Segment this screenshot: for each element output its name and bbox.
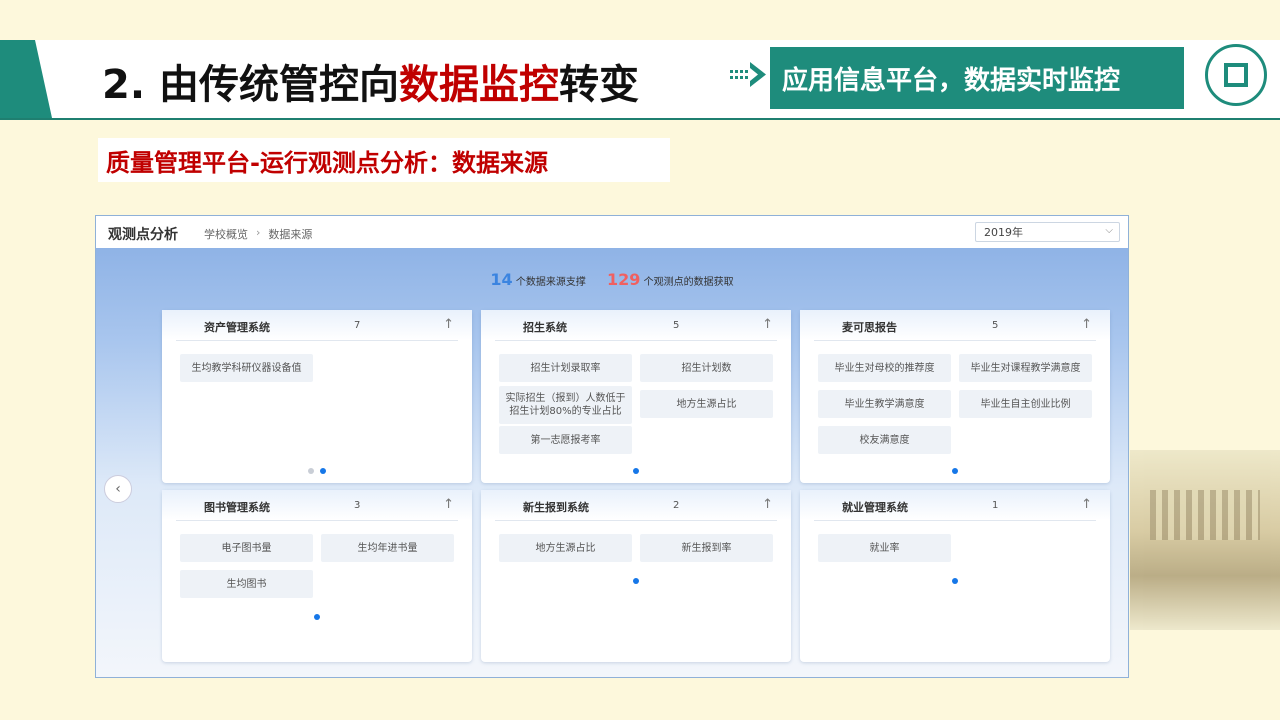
- school-logo: [1205, 44, 1267, 106]
- card-title: 招生系统: [523, 321, 567, 334]
- metric-item[interactable]: 生均教学科研仪器设备值: [180, 354, 313, 382]
- metric-item[interactable]: 毕业生对母校的推荐度: [818, 354, 951, 382]
- source-count-label: 个数据来源支撑: [515, 277, 586, 288]
- breadcrumb: 学校概览 › 数据来源: [204, 226, 312, 242]
- arrow-up-icon[interactable]: ↑: [762, 497, 773, 512]
- panel-header: 观测点分析 学校概览 › 数据来源 2019年 ⌵: [96, 216, 1128, 249]
- card-count: 5: [992, 320, 999, 331]
- metric-item[interactable]: 毕业生自主创业比例: [959, 390, 1092, 418]
- card-asset-system: 资产管理系统 7 ↑ 生均教学科研仪器设备值: [162, 310, 472, 483]
- card-title: 就业管理系统: [842, 501, 908, 514]
- card-freshman-system: 新生报到系统 2 ↑ 地方生源占比 新生报到率: [481, 490, 791, 662]
- card-count: 5: [673, 320, 680, 331]
- pager-dot[interactable]: [308, 468, 314, 474]
- metric-item[interactable]: 第一志愿报考率: [499, 426, 632, 454]
- metric-item[interactable]: 实际招生（报到）人数低于招生计划80%的专业占比: [499, 386, 632, 424]
- metric-item[interactable]: 地方生源占比: [499, 534, 632, 562]
- card-count: 3: [354, 500, 361, 511]
- slide-title-highlight: 数据监控: [398, 62, 559, 108]
- screenshot-panel: 观测点分析 学校概览 › 数据来源 2019年 ⌵ 14 个数据来源支撑 129…: [95, 215, 1129, 678]
- pager-dot-active[interactable]: [633, 468, 639, 474]
- pager-dot-active[interactable]: [633, 578, 639, 584]
- arrow-up-icon[interactable]: ↑: [443, 317, 454, 332]
- metric-item[interactable]: 招生计划录取率: [499, 354, 632, 382]
- background-building-image: [1130, 450, 1280, 630]
- metric-item[interactable]: 毕业生对课程教学满意度: [959, 354, 1092, 382]
- year-select[interactable]: 2019年 ⌵: [975, 222, 1120, 242]
- stats-line: 14 个数据来源支撑 129 个观测点的数据获取: [96, 270, 1128, 289]
- panel-title: 观测点分析: [108, 227, 178, 243]
- metric-item[interactable]: 地方生源占比: [640, 390, 773, 418]
- arrow-up-icon[interactable]: ↑: [443, 497, 454, 512]
- arrow-up-icon[interactable]: ↑: [1081, 497, 1092, 512]
- pager-dot-active[interactable]: [952, 578, 958, 584]
- metric-item[interactable]: 新生报到率: [640, 534, 773, 562]
- card-count: 1: [992, 500, 999, 511]
- arrow-up-icon[interactable]: ↑: [1081, 317, 1092, 332]
- chevron-down-icon: ⌵: [1105, 225, 1113, 236]
- card-count: 7: [354, 320, 361, 331]
- pager-dot-active[interactable]: [314, 614, 320, 620]
- metric-item[interactable]: 校友满意度: [818, 426, 951, 454]
- card-title: 资产管理系统: [204, 321, 270, 334]
- pager-dot-active[interactable]: [320, 468, 326, 474]
- slogan-tag: 应用信息平台，数据实时监控: [770, 47, 1184, 109]
- card-mycos-report: 麦可思报告 5 ↑ 毕业生对母校的推荐度 毕业生对课程教学满意度 毕业生教学满意…: [800, 310, 1110, 483]
- card-enrollment-system: 招生系统 5 ↑ 招生计划录取率 招生计划数 实际招生（报到）人数低于招生计划8…: [481, 310, 791, 483]
- card-count: 2: [673, 500, 680, 511]
- metric-item[interactable]: 生均图书: [180, 570, 313, 598]
- card-title: 麦可思报告: [842, 321, 897, 334]
- card-title: 图书管理系统: [204, 501, 270, 514]
- point-count-label: 个观测点的数据获取: [643, 277, 734, 288]
- card-title: 新生报到系统: [523, 501, 589, 514]
- card-employment-system: 就业管理系统 1 ↑ 就业率: [800, 490, 1110, 662]
- metric-item[interactable]: 就业率: [818, 534, 951, 562]
- chevron-left-icon[interactable]: ‹: [104, 475, 132, 503]
- metric-item[interactable]: 生均年进书量: [321, 534, 454, 562]
- breadcrumb-separator: ›: [256, 226, 261, 239]
- slide-title: 2. 由传统管控向数据监控转变: [102, 62, 639, 108]
- arrow-up-icon[interactable]: ↑: [762, 317, 773, 332]
- metric-item[interactable]: 电子图书量: [180, 534, 313, 562]
- section-subtitle: 质量管理平台-运行观测点分析：数据来源: [98, 138, 670, 182]
- year-select-value: 2019年: [984, 226, 1023, 239]
- card-library-system: 图书管理系统 3 ↑ 电子图书量 生均年进书量 生均图书: [162, 490, 472, 662]
- point-count: 129: [607, 270, 641, 289]
- pager-dot-active[interactable]: [952, 468, 958, 474]
- double-arrow-icon: [730, 62, 766, 87]
- breadcrumb-school-overview[interactable]: 学校概览: [204, 226, 248, 242]
- panel-body: 14 个数据来源支撑 129 个观测点的数据获取 ‹ 资产管理系统 7 ↑ 生均…: [96, 248, 1128, 677]
- metric-item[interactable]: 毕业生教学满意度: [818, 390, 951, 418]
- metric-item[interactable]: 招生计划数: [640, 354, 773, 382]
- breadcrumb-data-source: 数据来源: [268, 228, 313, 241]
- source-count: 14: [490, 270, 513, 289]
